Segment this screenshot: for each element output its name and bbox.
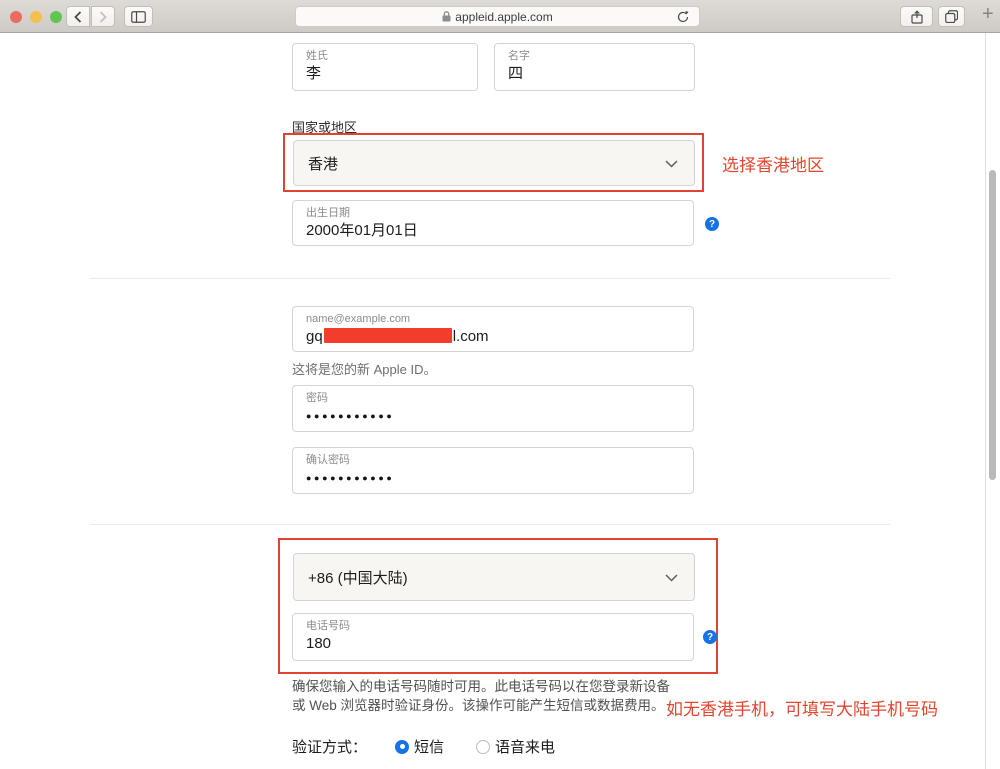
email-note: 这将是您的新 Apple ID。 bbox=[292, 359, 436, 378]
phone-help-icon[interactable]: ? bbox=[703, 630, 717, 644]
country-region-label: 国家或地区 bbox=[292, 117, 357, 136]
password-value: ●●●●●●●●●●● bbox=[306, 406, 680, 426]
confirm-password-field[interactable]: 确认密码 ●●●●●●●●●●● bbox=[292, 447, 694, 494]
verification-method-row: 验证方式： 短信 语音来电 bbox=[292, 736, 587, 757]
chevron-down-icon bbox=[665, 160, 678, 168]
email-field[interactable]: name@example.com gql.com bbox=[292, 306, 694, 352]
password-label: 密码 bbox=[306, 392, 680, 405]
email-value: gql.com bbox=[306, 327, 680, 347]
verify-option-sms[interactable]: 短信 bbox=[395, 736, 444, 757]
sidebar-toggle-button[interactable] bbox=[124, 6, 153, 27]
safari-window: appleid.apple.com + 姓氏 李 bbox=[0, 0, 1000, 769]
minimize-window-button[interactable] bbox=[30, 11, 42, 23]
phone-country-code-value: +86 (中国大陆) bbox=[308, 567, 408, 588]
phone-tip-annotation: 如无香港手机，可填写大陆手机号码 bbox=[666, 695, 938, 720]
refresh-icon[interactable] bbox=[676, 10, 690, 24]
phone-number-value: 180 bbox=[306, 634, 680, 654]
birth-date-help-icon[interactable]: ? bbox=[705, 217, 719, 231]
address-bar[interactable]: appleid.apple.com bbox=[295, 6, 700, 27]
last-name-label: 姓氏 bbox=[306, 50, 464, 63]
chevron-left-icon bbox=[74, 11, 82, 23]
verify-option-sms-label: 短信 bbox=[414, 736, 444, 757]
verify-option-voice-label: 语音来电 bbox=[495, 736, 555, 757]
zoom-window-button[interactable] bbox=[50, 11, 62, 23]
lock-icon bbox=[442, 11, 451, 22]
first-name-value: 四 bbox=[508, 64, 681, 84]
last-name-value: 李 bbox=[306, 64, 464, 84]
new-tab-button[interactable]: + bbox=[982, 3, 994, 26]
birth-date-field[interactable]: 出生日期 2000年01月01日 bbox=[292, 200, 694, 246]
phone-note-line1: 确保您输入的电话号码随时可用。此电话号码以在您登录新设备 bbox=[292, 677, 670, 696]
tabs-icon bbox=[945, 10, 958, 23]
phone-number-field[interactable]: 电话号码 180 bbox=[292, 613, 694, 661]
close-window-button[interactable] bbox=[10, 11, 22, 23]
phone-number-label: 电话号码 bbox=[306, 620, 680, 633]
radio-selected-icon[interactable] bbox=[395, 740, 409, 754]
chevron-down-icon bbox=[665, 574, 678, 582]
window-controls bbox=[10, 11, 62, 23]
page-edge-divider bbox=[985, 33, 986, 769]
share-button[interactable] bbox=[900, 6, 933, 27]
url-text: appleid.apple.com bbox=[455, 10, 552, 24]
verification-method-label: 验证方式： bbox=[292, 736, 367, 757]
verify-option-voice[interactable]: 语音来电 bbox=[476, 736, 555, 757]
password-field[interactable]: 密码 ●●●●●●●●●●● bbox=[292, 385, 694, 432]
phone-note-line2: 或 Web 浏览器时验证身份。该操作可能产生短信或数据费用。 bbox=[292, 696, 665, 715]
browser-toolbar: appleid.apple.com + bbox=[0, 0, 1000, 33]
tabs-overview-button[interactable] bbox=[938, 6, 965, 27]
email-redaction-bar bbox=[324, 328, 452, 343]
confirm-password-value: ●●●●●●●●●●● bbox=[306, 468, 680, 488]
phone-country-code-select[interactable]: +86 (中国大陆) bbox=[293, 553, 695, 601]
nav-buttons bbox=[66, 6, 115, 27]
email-placeholder-label: name@example.com bbox=[306, 313, 680, 326]
share-icon bbox=[911, 10, 923, 24]
chevron-right-icon bbox=[99, 11, 107, 23]
vertical-scrollbar[interactable] bbox=[989, 170, 996, 480]
appleid-signup-page: 姓氏 李 名字 四 国家或地区 香港 选择香港地区 出生日期 2000年01月0… bbox=[0, 33, 1000, 769]
first-name-field[interactable]: 名字 四 bbox=[494, 43, 695, 91]
country-select[interactable]: 香港 bbox=[293, 140, 695, 186]
birth-date-label: 出生日期 bbox=[306, 207, 680, 220]
first-name-label: 名字 bbox=[508, 50, 681, 63]
sidebar-icon bbox=[131, 11, 146, 23]
radio-unselected-icon[interactable] bbox=[476, 740, 490, 754]
birth-date-value: 2000年01月01日 bbox=[306, 221, 680, 241]
confirm-password-label: 确认密码 bbox=[306, 454, 680, 467]
section-divider bbox=[90, 524, 890, 525]
back-button[interactable] bbox=[66, 6, 90, 27]
country-tip-annotation: 选择香港地区 bbox=[722, 151, 824, 176]
country-select-value: 香港 bbox=[308, 153, 338, 174]
section-divider bbox=[90, 278, 890, 279]
last-name-field[interactable]: 姓氏 李 bbox=[292, 43, 478, 91]
forward-button[interactable] bbox=[91, 6, 115, 27]
